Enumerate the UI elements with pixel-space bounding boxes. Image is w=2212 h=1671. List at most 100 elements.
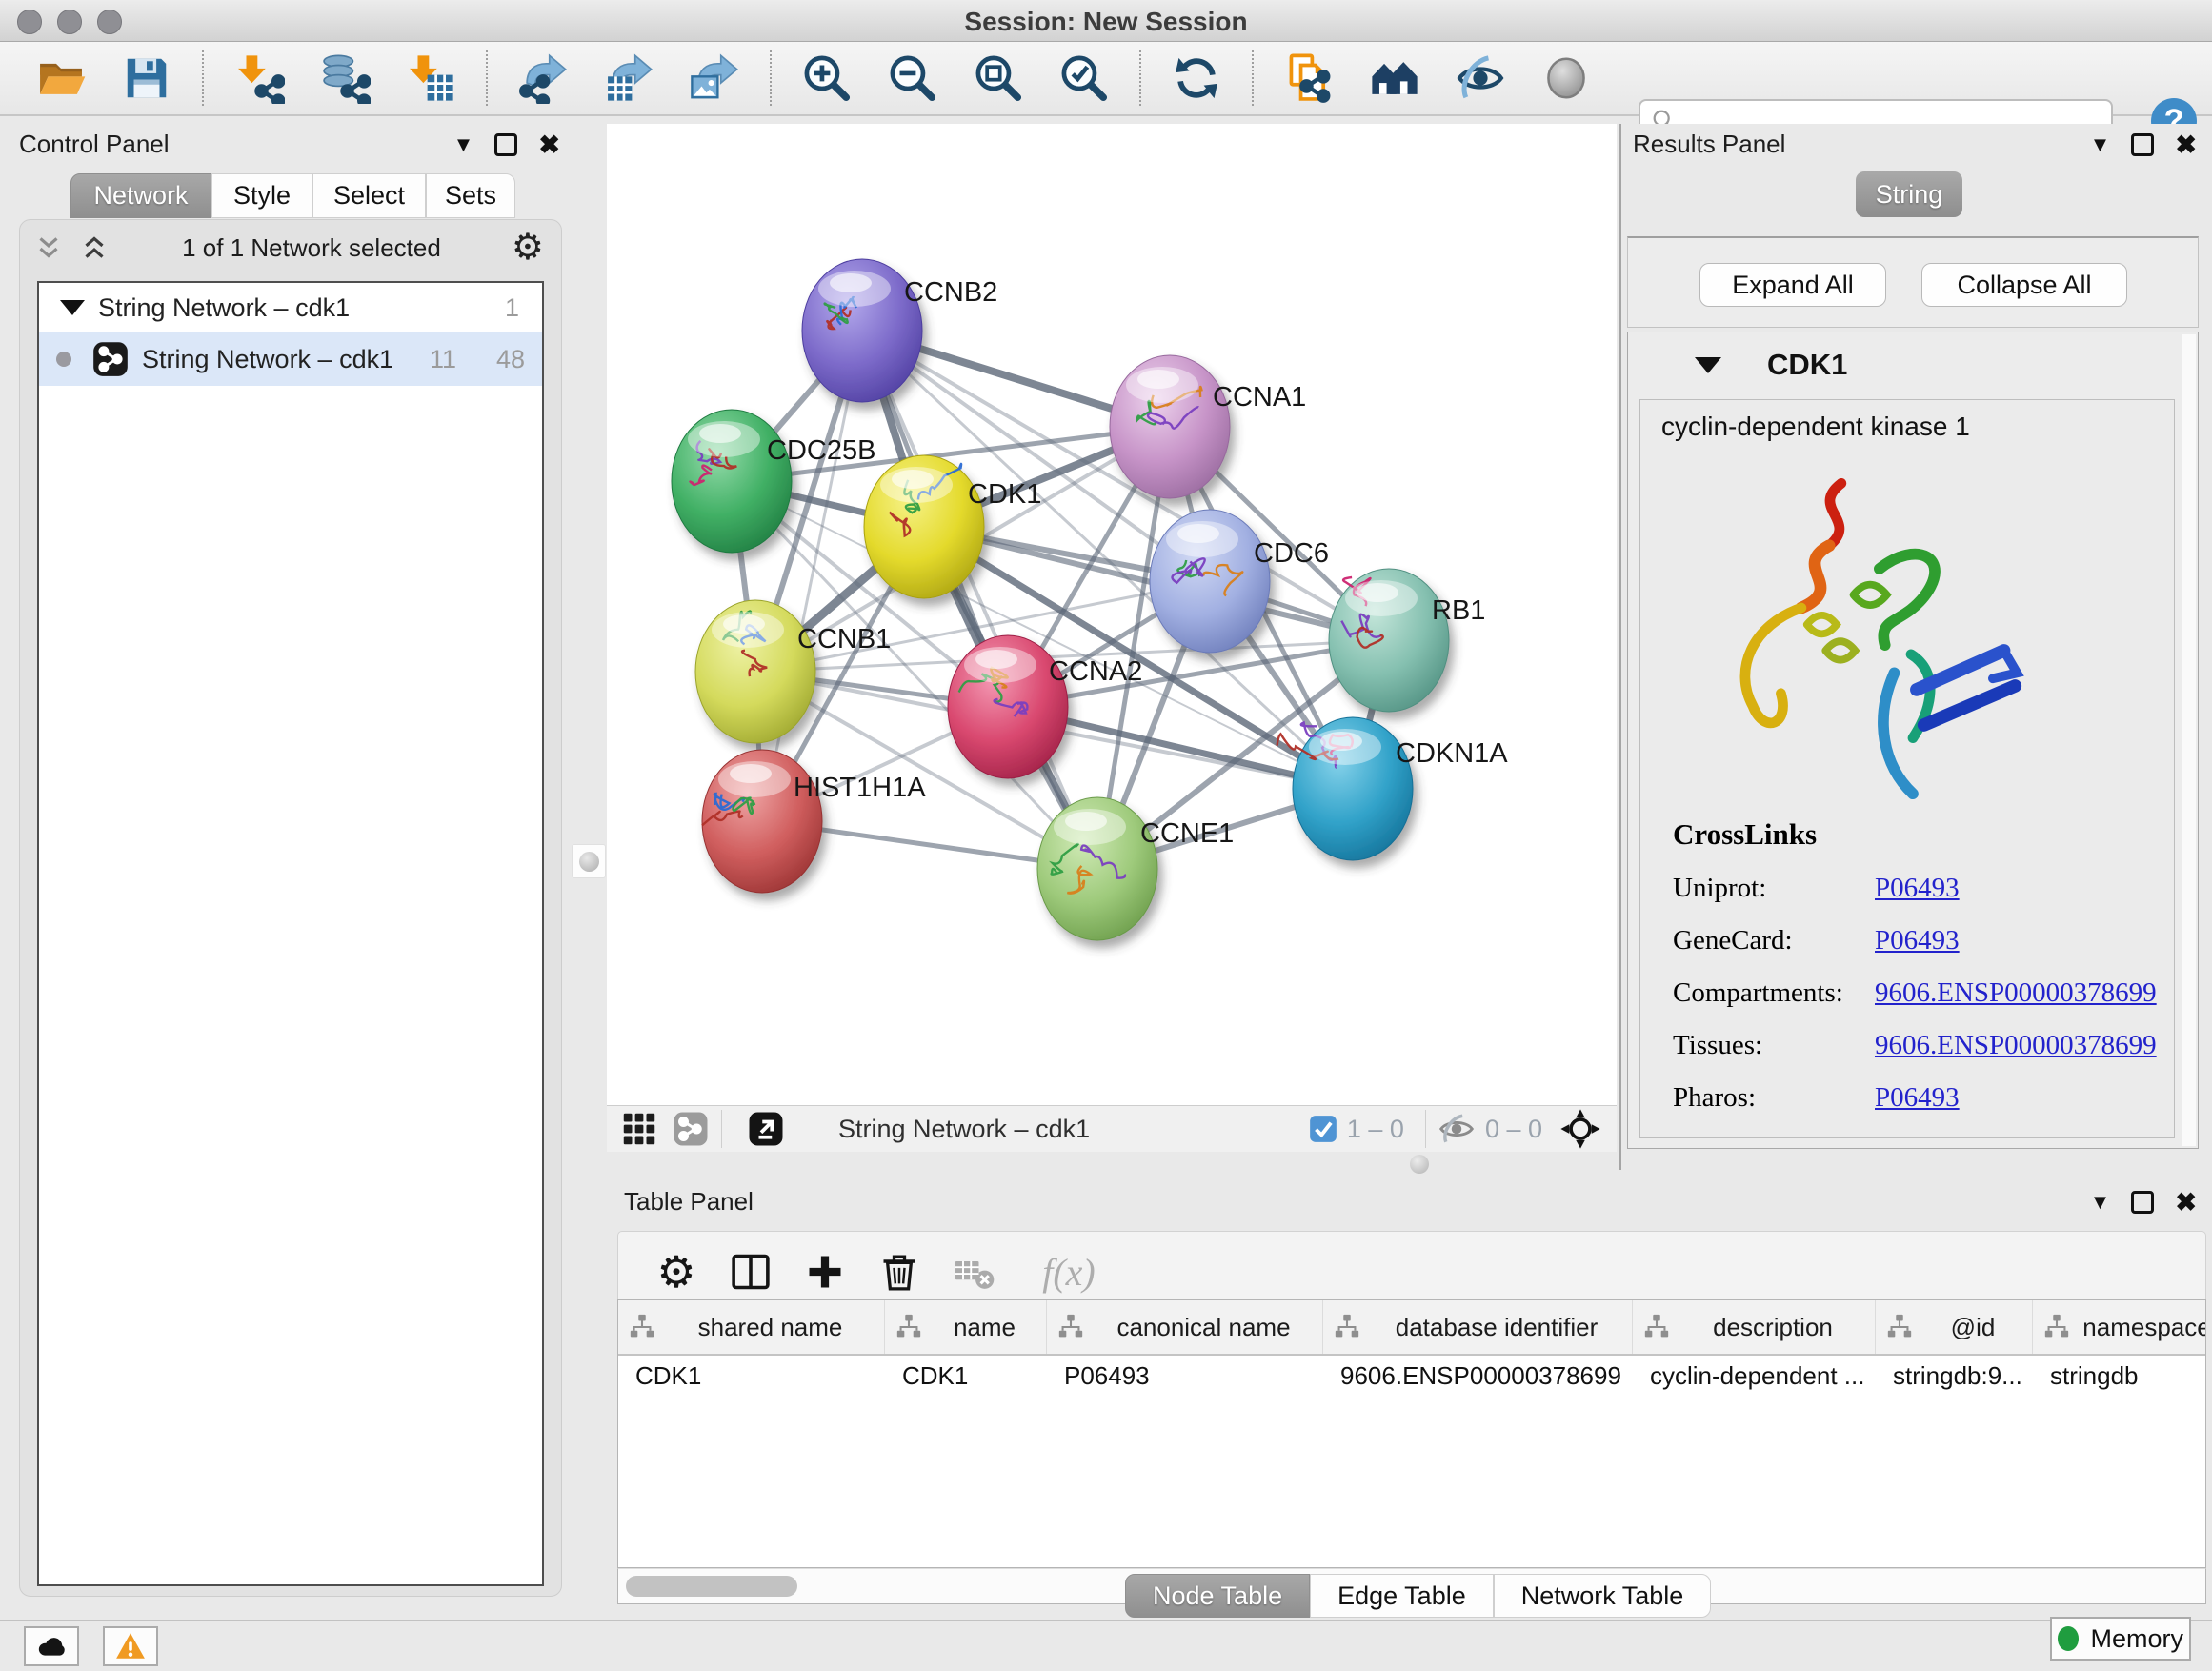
node-label-CCNB2: CCNB2 <box>904 277 997 308</box>
column-header-name[interactable]: name <box>885 1300 1047 1354</box>
tab-style[interactable]: Style <box>211 173 312 218</box>
grid-view-icon[interactable] <box>620 1110 658 1148</box>
column-header-canonical-name[interactable]: canonical name <box>1047 1300 1323 1354</box>
table-cell[interactable]: CDK1 <box>885 1361 1047 1391</box>
zoom-selected-button[interactable] <box>1048 50 1120 107</box>
table-cell[interactable]: P06493 <box>1047 1361 1323 1391</box>
results-scrollbar[interactable] <box>2182 334 2196 1146</box>
node-CDC6[interactable] <box>1150 510 1270 653</box>
apply-layout-button[interactable] <box>1160 50 1233 107</box>
column-header-description[interactable]: description <box>1633 1300 1876 1354</box>
selected-count-checkbox-icon[interactable] <box>1309 1115 1337 1143</box>
tab-sets[interactable]: Sets <box>426 173 515 218</box>
panel-close-icon[interactable]: ✖ <box>2175 134 2197 155</box>
panel-collapse-icon[interactable]: ▼ <box>2090 135 2111 154</box>
table-settings-button[interactable]: ⚙ <box>654 1250 698 1294</box>
crosslink-value-link[interactable]: P06493 <box>1875 1082 1960 1114</box>
tab-select[interactable]: Select <box>312 173 426 218</box>
crosslink-value-link[interactable]: P06493 <box>1875 873 1960 904</box>
column-header--id[interactable]: @id <box>1876 1300 2033 1354</box>
node-CDK1[interactable] <box>864 455 984 598</box>
table-cell[interactable]: CDK1 <box>618 1361 885 1391</box>
node-RB1[interactable] <box>1329 569 1449 712</box>
open-in-new-window-icon[interactable] <box>747 1110 785 1148</box>
tab-node-table[interactable]: Node Table <box>1125 1574 1310 1618</box>
gear-icon: ⚙ <box>656 1250 695 1294</box>
network-badge-icon[interactable] <box>672 1110 710 1148</box>
cloud-status-button[interactable] <box>24 1626 79 1666</box>
function-builder-button: f(x) <box>1026 1250 1112 1294</box>
column-header-shared-name[interactable]: shared name <box>618 1300 885 1354</box>
left-splitter-handle[interactable] <box>572 844 606 878</box>
open-session-button[interactable] <box>25 50 97 107</box>
show-all-button[interactable] <box>1530 50 1602 107</box>
panel-float-icon[interactable] <box>2131 1191 2154 1214</box>
panel-close-icon[interactable]: ✖ <box>2175 1192 2197 1213</box>
selected-node-edge-counts: 1 – 0 <box>1347 1115 1404 1144</box>
crosslink-value-link[interactable]: 9606.ENSP00000378699 <box>1875 977 2157 1009</box>
delete-column-button[interactable] <box>877 1250 921 1294</box>
zoom-in-button[interactable] <box>791 50 863 107</box>
import-database-button[interactable] <box>309 50 381 107</box>
table-cell[interactable]: cyclin-dependent ... <box>1633 1361 1876 1391</box>
panel-collapse-icon[interactable]: ▼ <box>2090 1193 2111 1212</box>
node-label-CCNE1: CCNE1 <box>1140 818 1234 849</box>
node-HIST1H1A[interactable] <box>702 750 822 893</box>
export-image-button[interactable] <box>678 50 751 107</box>
tab-string[interactable]: String <box>1856 171 1962 217</box>
collapse-all-button[interactable]: Collapse All <box>1921 263 2127 307</box>
gene-entry-header[interactable]: CDK1 <box>1632 340 2177 390</box>
export-table-button[interactable] <box>593 50 665 107</box>
tab-network[interactable]: Network <box>70 173 211 218</box>
import-network-button[interactable] <box>223 50 295 107</box>
status-bar: Memory <box>0 1620 2212 1671</box>
zoom-fit-button[interactable] <box>962 50 1035 107</box>
hide-selected-button[interactable] <box>1444 50 1517 107</box>
memory-button[interactable]: Memory <box>2050 1617 2191 1661</box>
column-header-namespace[interactable]: namespace <box>2033 1300 2206 1354</box>
hidden-count-eye-slash-icon[interactable] <box>1438 1110 1476 1148</box>
panel-close-icon[interactable]: ✖ <box>538 134 560 155</box>
tab-edge-table[interactable]: Edge Table <box>1310 1574 1494 1618</box>
first-neighbors-button[interactable] <box>1358 50 1431 107</box>
table-cell[interactable]: stringdb <box>2033 1361 2206 1391</box>
panel-float-icon[interactable] <box>2131 133 2154 156</box>
zoom-out-button[interactable] <box>876 50 949 107</box>
crosslink-value-link[interactable]: 9606.ENSP00000378699 <box>1875 1030 2157 1061</box>
panel-collapse-icon[interactable]: ▼ <box>453 135 474 154</box>
birds-eye-view-icon[interactable] <box>1559 1108 1601 1150</box>
node-CCNB1[interactable] <box>695 600 815 743</box>
export-network-button[interactable] <box>507 50 579 107</box>
expand-all-networks-icon[interactable] <box>31 232 66 264</box>
split-columns-button[interactable] <box>729 1250 773 1294</box>
network-manager: 1 of 1 Network selected ⚙ String Network… <box>19 219 562 1597</box>
table-cell[interactable]: stringdb:9... <box>1876 1361 2033 1391</box>
network-row[interactable]: String Network – cdk1 11 48 <box>39 332 542 386</box>
network-collection-row[interactable]: String Network – cdk1 1 <box>39 283 542 332</box>
results-actions: Expand All Collapse All <box>1627 236 2199 328</box>
column-header-database-identifier[interactable]: database identifier <box>1323 1300 1633 1354</box>
duplicate-network-button[interactable] <box>1273 50 1345 107</box>
scrollbar-thumb[interactable] <box>626 1576 797 1597</box>
cloud-icon <box>35 1630 68 1662</box>
expand-all-button[interactable]: Expand All <box>1699 263 1886 307</box>
save-session-button[interactable] <box>111 50 183 107</box>
add-column-icon <box>804 1251 846 1293</box>
column-header-label: namespace <box>2071 1313 2206 1342</box>
warning-status-button[interactable] <box>103 1626 158 1666</box>
horizontal-splitter-handle[interactable] <box>1410 1155 1429 1174</box>
gear-icon[interactable]: ⚙ <box>512 230 544 266</box>
entry-expander-icon[interactable] <box>1695 357 1721 373</box>
network-canvas[interactable]: CCNB2 CCNA1 CDC25B CDK1 CDC6 RB1 CCNB1 <box>607 124 1617 1105</box>
node-CDC25B[interactable] <box>672 410 792 553</box>
crosslink-value-link[interactable]: P06493 <box>1875 925 1960 956</box>
import-table-button[interactable] <box>394 50 467 107</box>
panel-float-icon[interactable] <box>494 133 517 156</box>
add-column-button[interactable] <box>803 1250 847 1294</box>
tree-expander-icon[interactable] <box>60 300 85 315</box>
table-cell[interactable]: 9606.ENSP00000378699 <box>1323 1361 1633 1391</box>
node-CCNA1[interactable] <box>1110 355 1230 498</box>
tab-network-table[interactable]: Network Table <box>1494 1574 1712 1618</box>
titlebar: Session: New Session <box>0 0 2212 42</box>
collapse-all-networks-icon[interactable] <box>77 232 111 264</box>
